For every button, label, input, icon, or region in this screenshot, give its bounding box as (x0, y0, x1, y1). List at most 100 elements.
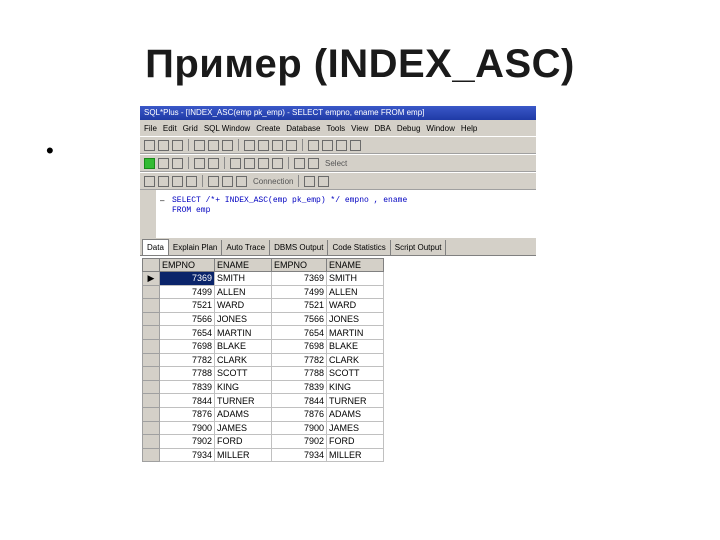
cell-ename[interactable]: ALLEN (326, 284, 384, 300)
table-row[interactable]: 7902 FORD 7902 FORD (142, 434, 384, 449)
column-header[interactable]: ENAME (326, 258, 384, 272)
connect-icon[interactable] (308, 139, 319, 151)
cell-empno[interactable]: 7521 (271, 298, 327, 313)
rollback-icon[interactable] (208, 157, 219, 169)
menu-help[interactable]: Help (461, 124, 477, 133)
export-icon[interactable] (304, 175, 316, 187)
menu-view[interactable]: View (351, 124, 368, 133)
sql-line-1[interactable]: SELECT /*+ INDEX_ASC(emp pk_emp) */ empn… (172, 196, 407, 205)
table-row[interactable]: 7839 KING 7839 KING (142, 379, 384, 395)
cell-empno[interactable]: 7788 (271, 366, 327, 381)
stop-icon[interactable] (308, 157, 319, 169)
cell-empno[interactable]: 7934 (271, 447, 327, 463)
cell-ename[interactable]: MARTIN (326, 325, 384, 340)
cell-empno[interactable]: 7566 (271, 311, 327, 327)
indent-icon[interactable] (272, 157, 283, 169)
cell-empno[interactable]: 7782 (271, 352, 327, 368)
cell-ename[interactable]: KING (214, 379, 272, 395)
cell-empno[interactable]: 7654 (271, 325, 327, 340)
menu-dba[interactable]: DBA (374, 124, 390, 133)
schema-icon[interactable] (336, 139, 347, 151)
cell-ename[interactable]: BLAKE (326, 338, 384, 354)
cell-ename[interactable]: SCOTT (326, 366, 384, 381)
table-row[interactable]: ▶ 7369 SMITH 7369 SMITH (142, 271, 384, 286)
cell-ename[interactable]: FORD (326, 434, 384, 449)
table-row[interactable]: 7876 ADAMS 7876 ADAMS (142, 406, 384, 422)
table-row[interactable]: 7844 TURNER 7844 TURNER (142, 393, 384, 408)
cell-ename[interactable]: CLARK (326, 352, 384, 368)
tab-script-output[interactable]: Script Output (391, 240, 447, 255)
text-icon[interactable] (172, 175, 183, 187)
execute-script-icon[interactable] (158, 157, 169, 169)
cell-empno[interactable]: 7900 (159, 420, 215, 436)
menu-create[interactable]: Create (256, 124, 280, 133)
tab-explain-plan[interactable]: Explain Plan (169, 240, 223, 255)
cell-empno[interactable]: 7698 (159, 338, 215, 354)
menu-edit[interactable]: Edit (163, 124, 177, 133)
grid-icon[interactable] (144, 175, 155, 187)
cell-ename[interactable]: BLAKE (214, 338, 272, 354)
prev-record-icon[interactable] (222, 175, 233, 187)
cell-empno[interactable]: 7844 (271, 393, 327, 408)
print-icon[interactable] (186, 175, 197, 187)
table-row[interactable]: 7782 CLARK 7782 CLARK (142, 352, 384, 368)
cell-empno[interactable]: 7499 (271, 284, 327, 300)
connection-combo[interactable]: Connection (253, 177, 293, 186)
sql-editor[interactable]: – SELECT /*+ INDEX_ASC(emp pk_emp) */ em… (140, 190, 536, 238)
cell-empno[interactable]: 7900 (271, 420, 327, 436)
undo-icon[interactable] (244, 139, 255, 151)
cell-empno[interactable]: 7782 (159, 352, 215, 368)
cell-ename[interactable]: ALLEN (214, 284, 272, 300)
sql-line-2[interactable]: FROM emp (172, 206, 210, 215)
menu-debug[interactable]: Debug (397, 124, 421, 133)
paste-icon[interactable] (222, 139, 233, 151)
menu-sql-window[interactable]: SQL Window (204, 124, 250, 133)
select-combo[interactable]: Select (325, 159, 347, 168)
cell-ename[interactable]: SMITH (326, 271, 384, 286)
copy-icon[interactable] (208, 139, 219, 151)
import-icon[interactable] (318, 175, 330, 187)
cell-ename[interactable]: MILLER (214, 447, 272, 463)
options-icon[interactable] (294, 157, 305, 169)
new-icon[interactable] (144, 139, 155, 151)
menu-file[interactable]: File (144, 124, 157, 133)
column-header[interactable]: ENAME (214, 258, 272, 272)
format-icon[interactable] (230, 157, 241, 169)
cell-empno[interactable]: 7902 (159, 434, 215, 449)
tab-code-statistics[interactable]: Code Statistics (328, 240, 391, 255)
cell-empno[interactable]: 7521 (159, 298, 215, 313)
cell-ename[interactable]: TURNER (326, 393, 384, 408)
find-icon[interactable] (272, 139, 283, 151)
execute-icon[interactable] (144, 157, 155, 169)
column-header[interactable]: EMPNO (159, 258, 215, 272)
table-row[interactable]: 7521 WARD 7521 WARD (142, 298, 384, 313)
cell-ename[interactable]: ADAMS (326, 406, 384, 422)
tab-dbms-output[interactable]: DBMS Output (270, 240, 329, 255)
replace-icon[interactable] (286, 139, 297, 151)
cell-empno[interactable]: 7839 (271, 379, 327, 395)
cell-ename[interactable]: JONES (326, 311, 384, 327)
cell-ename[interactable]: TURNER (214, 393, 272, 408)
table-row[interactable]: 7499 ALLEN 7499 ALLEN (142, 284, 384, 300)
table-row[interactable]: 7566 JONES 7566 JONES (142, 311, 384, 327)
disconnect-icon[interactable] (322, 139, 333, 151)
column-header[interactable]: EMPNO (271, 258, 327, 272)
cell-ename[interactable]: MILLER (326, 447, 384, 463)
form-icon[interactable] (158, 175, 169, 187)
table-row[interactable]: 7788 SCOTT 7788 SCOTT (142, 366, 384, 381)
cell-ename[interactable]: JONES (214, 311, 272, 327)
cell-empno[interactable]: 7876 (159, 406, 215, 422)
cell-empno[interactable]: 7369 (271, 271, 327, 286)
cell-empno[interactable]: 7844 (159, 393, 215, 408)
cell-ename[interactable]: CLARK (214, 352, 272, 368)
comment-icon[interactable] (244, 157, 255, 169)
cell-ename[interactable]: SCOTT (214, 366, 272, 381)
redo-icon[interactable] (258, 139, 269, 151)
save-icon[interactable] (172, 139, 183, 151)
cell-ename[interactable]: JAMES (214, 420, 272, 436)
cell-empno[interactable]: 7902 (271, 434, 327, 449)
cell-ename[interactable]: KING (326, 379, 384, 395)
cell-empno[interactable]: 7839 (159, 379, 215, 395)
next-record-icon[interactable] (236, 175, 247, 187)
cell-empno[interactable]: 7566 (159, 311, 215, 327)
